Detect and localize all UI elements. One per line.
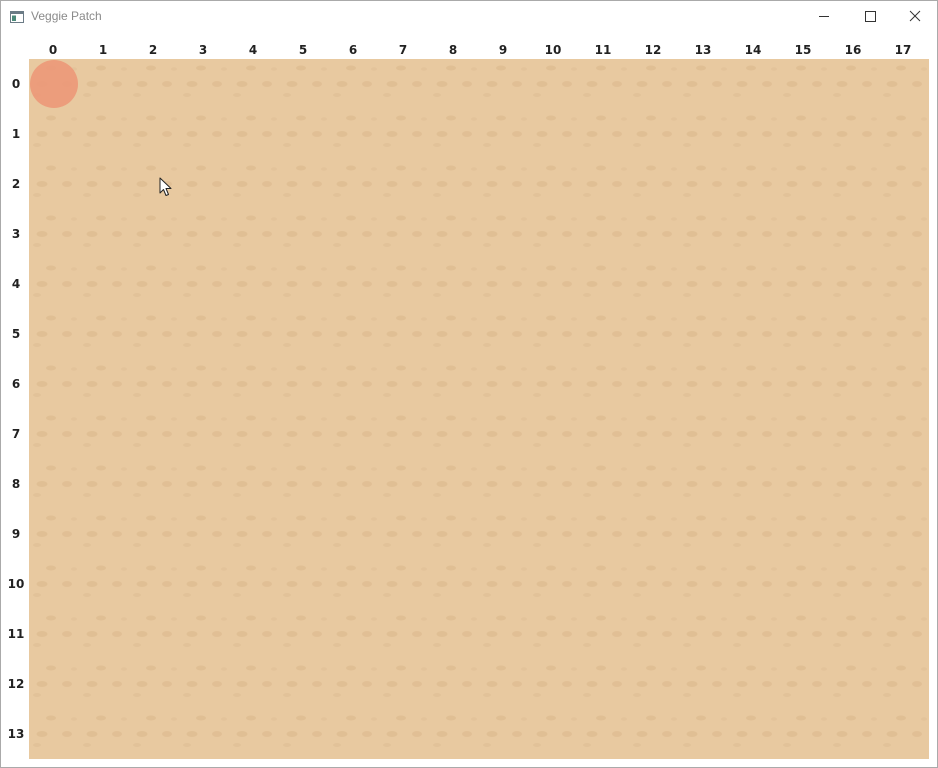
app-window: Veggie Patch 0 1 2 3 4 5 6 7 8 9 10 11 12 13 14 15 16 17 … [0, 0, 938, 768]
column-label: 15 [794, 43, 812, 57]
soil-texture [29, 59, 929, 759]
column-label: 9 [498, 43, 508, 57]
column-label: 7 [398, 43, 408, 57]
row-label: 6 [11, 377, 21, 391]
column-label: 1 [98, 43, 108, 57]
column-label: 13 [694, 43, 712, 57]
column-label: 2 [148, 43, 158, 57]
column-label: 12 [644, 43, 662, 57]
garden-grid[interactable] [29, 59, 929, 759]
column-label: 3 [198, 43, 208, 57]
column-label: 8 [448, 43, 458, 57]
column-label: 10 [544, 43, 562, 57]
row-label: 11 [7, 627, 25, 641]
column-label: 5 [298, 43, 308, 57]
title-bar[interactable]: Veggie Patch [1, 1, 937, 31]
tomato-marker [30, 60, 78, 108]
selection-marker[interactable] [29, 59, 79, 109]
column-label: 11 [594, 43, 612, 57]
maximize-icon [865, 11, 876, 22]
app-icon [10, 10, 24, 23]
column-label: 16 [844, 43, 862, 57]
row-label: 1 [11, 127, 21, 141]
close-icon [909, 10, 921, 22]
row-label: 3 [11, 227, 21, 241]
column-label: 6 [348, 43, 358, 57]
row-label: 4 [11, 277, 21, 291]
row-label: 7 [11, 427, 21, 441]
minimize-button[interactable] [801, 1, 847, 31]
row-label: 12 [7, 677, 25, 691]
row-label: 10 [7, 577, 25, 591]
row-label: 0 [11, 77, 21, 91]
window-title: Veggie Patch [31, 9, 102, 23]
pointer-arrow-icon [159, 177, 172, 196]
column-label: 4 [248, 43, 258, 57]
column-label: 0 [48, 43, 58, 57]
column-label: 14 [744, 43, 762, 57]
row-label: 2 [11, 177, 21, 191]
maximize-button[interactable] [847, 1, 893, 31]
row-label: 9 [11, 527, 21, 541]
close-button[interactable] [892, 1, 938, 31]
column-label: 17 [894, 43, 912, 57]
row-label: 8 [11, 477, 21, 491]
minimize-icon [819, 16, 829, 17]
row-label: 13 [7, 727, 25, 741]
row-label: 5 [11, 327, 21, 341]
